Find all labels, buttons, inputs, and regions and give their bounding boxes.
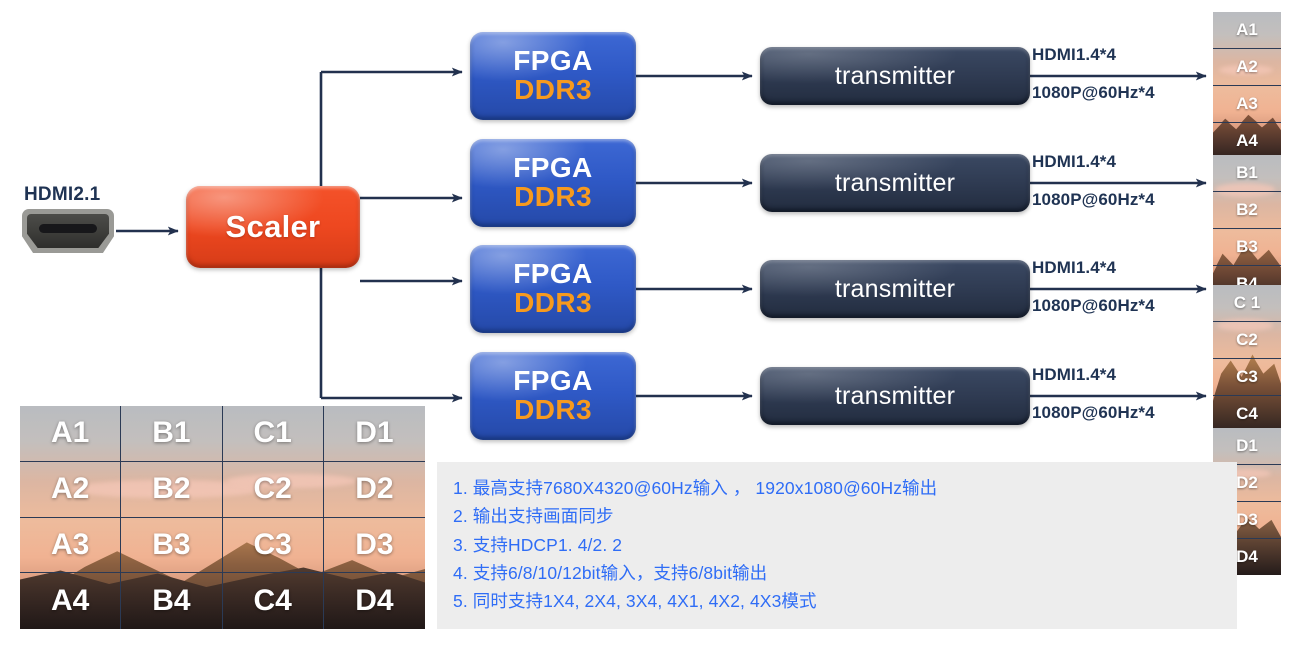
output-tile-label: B1 — [1236, 163, 1258, 182]
output-spec-2-line2: 1080P@60Hz*4 — [1032, 190, 1155, 209]
output-tile: C 1 — [1213, 285, 1281, 322]
mosaic-cell: D2 — [323, 462, 425, 518]
transmitter-label-1: transmitter — [834, 61, 956, 90]
output-tile-label: C4 — [1236, 404, 1258, 423]
output-tile: A4 — [1213, 123, 1281, 159]
output-tile: C2 — [1213, 322, 1281, 359]
fpga-memory-4: DDR3 — [514, 394, 592, 425]
output-tile-group-a: A1 A2 A3 A4 — [1213, 12, 1281, 159]
output-tile: A1 — [1213, 12, 1281, 49]
output-tile: D1 — [1213, 428, 1281, 465]
fpga-block-1: FPGA DDR3 — [470, 32, 636, 120]
output-tile-label: C 1 — [1233, 293, 1261, 312]
mosaic-cell: A3 — [20, 517, 122, 574]
output-tile-label: A1 — [1236, 20, 1258, 39]
mosaic-cell: B3 — [121, 517, 223, 574]
mosaic-cell: C4 — [223, 573, 324, 629]
output-tile: B3 — [1213, 229, 1281, 266]
transmitter-block-2: transmitter — [760, 154, 1030, 212]
mosaic-cell: A2 — [20, 461, 122, 518]
mosaic-cell: B4 — [121, 573, 223, 629]
transmitter-block-1: transmitter — [760, 47, 1030, 105]
output-tile-label: A4 — [1236, 131, 1258, 150]
hdmi-port-icon — [22, 209, 114, 253]
specification-panel: 1. 最高支持7680X4320@60Hz输入 ， 1920x1080@60Hz… — [437, 462, 1237, 629]
spec-line: 4. 支持6/8/10/12bit输入，支持6/8bit输出 — [453, 563, 768, 584]
hdmi-input-label: HDMI2.1 — [24, 184, 101, 205]
output-spec-1-line1: HDMI1.4*4 — [1032, 45, 1117, 64]
output-tile-label: C3 — [1236, 367, 1258, 386]
transmitter-label-2: transmitter — [834, 168, 956, 197]
output-spec-4-line2: 1080P@60Hz*4 — [1032, 403, 1155, 422]
output-tile: A3 — [1213, 86, 1281, 123]
output-tile-label: B3 — [1236, 237, 1258, 256]
output-tile-group-c: C 1 C2 C3 C4 — [1213, 285, 1281, 432]
spec-line: 2. 输出支持画面同步 — [453, 506, 614, 527]
mosaic-cell: A1 — [20, 406, 122, 462]
source-image-mosaic: A1 B1 C1 D1 A2 B2 C2 D2 A3 B3 C3 D3 A4 B… — [20, 406, 425, 629]
spec-line: 1. 最高支持7680X4320@60Hz输入 ， 1920x1080@60Hz… — [453, 478, 938, 498]
mosaic-grid: A1 B1 C1 D1 A2 B2 C2 D2 A3 B3 C3 D3 A4 B… — [20, 406, 425, 629]
transmitter-label-3: transmitter — [834, 274, 956, 303]
mosaic-cell: C3 — [222, 517, 324, 574]
mosaic-cell: D3 — [323, 518, 425, 574]
mosaic-cell: D4 — [355, 584, 394, 618]
output-spec-3-line1: HDMI1.4*4 — [1032, 258, 1117, 277]
mosaic-cell: B2 — [121, 461, 223, 518]
fpga-memory-2: DDR3 — [514, 181, 592, 212]
output-tile-group-b: B1 B2 B3 B4 — [1213, 155, 1281, 302]
spec-line: 3. 支持HDCP1. 4/2. 2 — [453, 534, 623, 555]
mosaic-cell: B1 — [121, 406, 223, 462]
output-tile: A2 — [1213, 49, 1281, 86]
output-tile-label: B2 — [1236, 200, 1258, 219]
transmitter-block-4: transmitter — [760, 367, 1030, 425]
scaler-block: Scaler — [186, 186, 360, 268]
fpga-title-4: FPGA — [513, 365, 593, 397]
transmitter-label-4: transmitter — [834, 381, 956, 410]
transmitter-block-3: transmitter — [760, 260, 1030, 318]
fpga-block-4: FPGA DDR3 — [470, 352, 636, 440]
output-tile-label: A3 — [1236, 94, 1258, 113]
output-spec-2-line1: HDMI1.4*4 — [1032, 152, 1117, 171]
diagram-canvas: HDMI2.1 Scaler FPGA DDR3 transmitter HDM… — [0, 0, 1294, 649]
mosaic-cell: D1 — [323, 406, 425, 462]
output-tile: C3 — [1213, 359, 1281, 396]
fpga-title-1: FPGA — [513, 45, 593, 77]
output-spec-4-line1: HDMI1.4*4 — [1032, 365, 1117, 384]
fpga-block-3: FPGA DDR3 — [470, 245, 636, 333]
output-tile-label: D1 — [1236, 436, 1258, 455]
output-tile-label: A2 — [1236, 57, 1258, 76]
fpga-title-3: FPGA — [513, 258, 593, 290]
output-spec-3-line2: 1080P@60Hz*4 — [1032, 296, 1155, 315]
output-spec-1-line2: 1080P@60Hz*4 — [1032, 83, 1155, 102]
output-tile: B1 — [1213, 155, 1281, 192]
fpga-memory-1: DDR3 — [514, 74, 592, 105]
output-tile: B2 — [1213, 192, 1281, 229]
output-tile: C4 — [1213, 396, 1281, 432]
output-tile-label: C2 — [1236, 330, 1258, 349]
scaler-label: Scaler — [225, 209, 321, 244]
fpga-title-2: FPGA — [513, 152, 593, 184]
mosaic-cell: A4 — [20, 573, 122, 629]
fpga-memory-3: DDR3 — [514, 287, 592, 318]
fpga-block-2: FPGA DDR3 — [470, 139, 636, 227]
mosaic-cell: C1 — [222, 406, 324, 462]
spec-line: 5. 同时支持1X4, 2X4, 3X4, 4X1, 4X2, 4X3模式 — [453, 591, 817, 612]
mosaic-cell: C2 — [222, 461, 324, 518]
